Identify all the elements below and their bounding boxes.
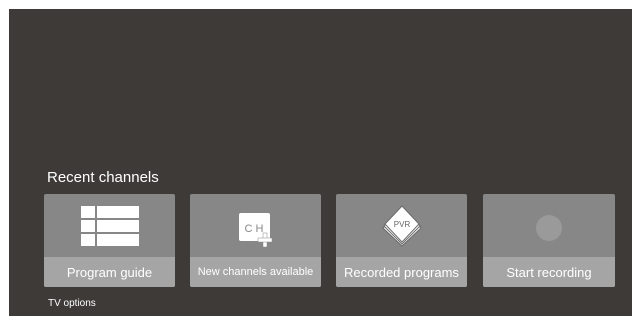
- recorded-programs-card[interactable]: PVR Recorded programs: [336, 194, 467, 287]
- pvr-icon-text: PVR: [393, 220, 410, 229]
- recent-channels-row: Program guide C H New channels available: [44, 194, 615, 287]
- tv-home-screen: Recent channels Program guide C H New ch…: [9, 9, 632, 316]
- program-guide-label-bar: Program guide: [44, 257, 175, 287]
- start-recording-label-bar: Start recording: [483, 257, 615, 287]
- recent-channels-title: Recent channels: [47, 169, 159, 186]
- pvr-recordings-icon: PVR: [381, 204, 423, 250]
- program-guide-grid-icon: [80, 206, 139, 246]
- record-dot-icon: [535, 214, 563, 242]
- channel-add-icon: C H: [236, 211, 276, 249]
- recorded-programs-label: Recorded programs: [344, 264, 459, 280]
- channel-icon-text: C H: [244, 223, 263, 235]
- new-channels-label-bar: New channels available: [190, 257, 321, 287]
- program-guide-card[interactable]: Program guide: [44, 194, 175, 287]
- program-guide-label: Program guide: [66, 264, 153, 280]
- recorded-programs-label-bar: Recorded programs: [336, 257, 467, 287]
- new-channels-card[interactable]: C H New channels available: [190, 194, 321, 287]
- new-channels-label: New channels available: [197, 266, 314, 278]
- tv-options-label[interactable]: TV options: [48, 298, 96, 309]
- start-recording-label: Start recording: [506, 264, 592, 280]
- start-recording-card[interactable]: Start recording: [483, 194, 615, 287]
